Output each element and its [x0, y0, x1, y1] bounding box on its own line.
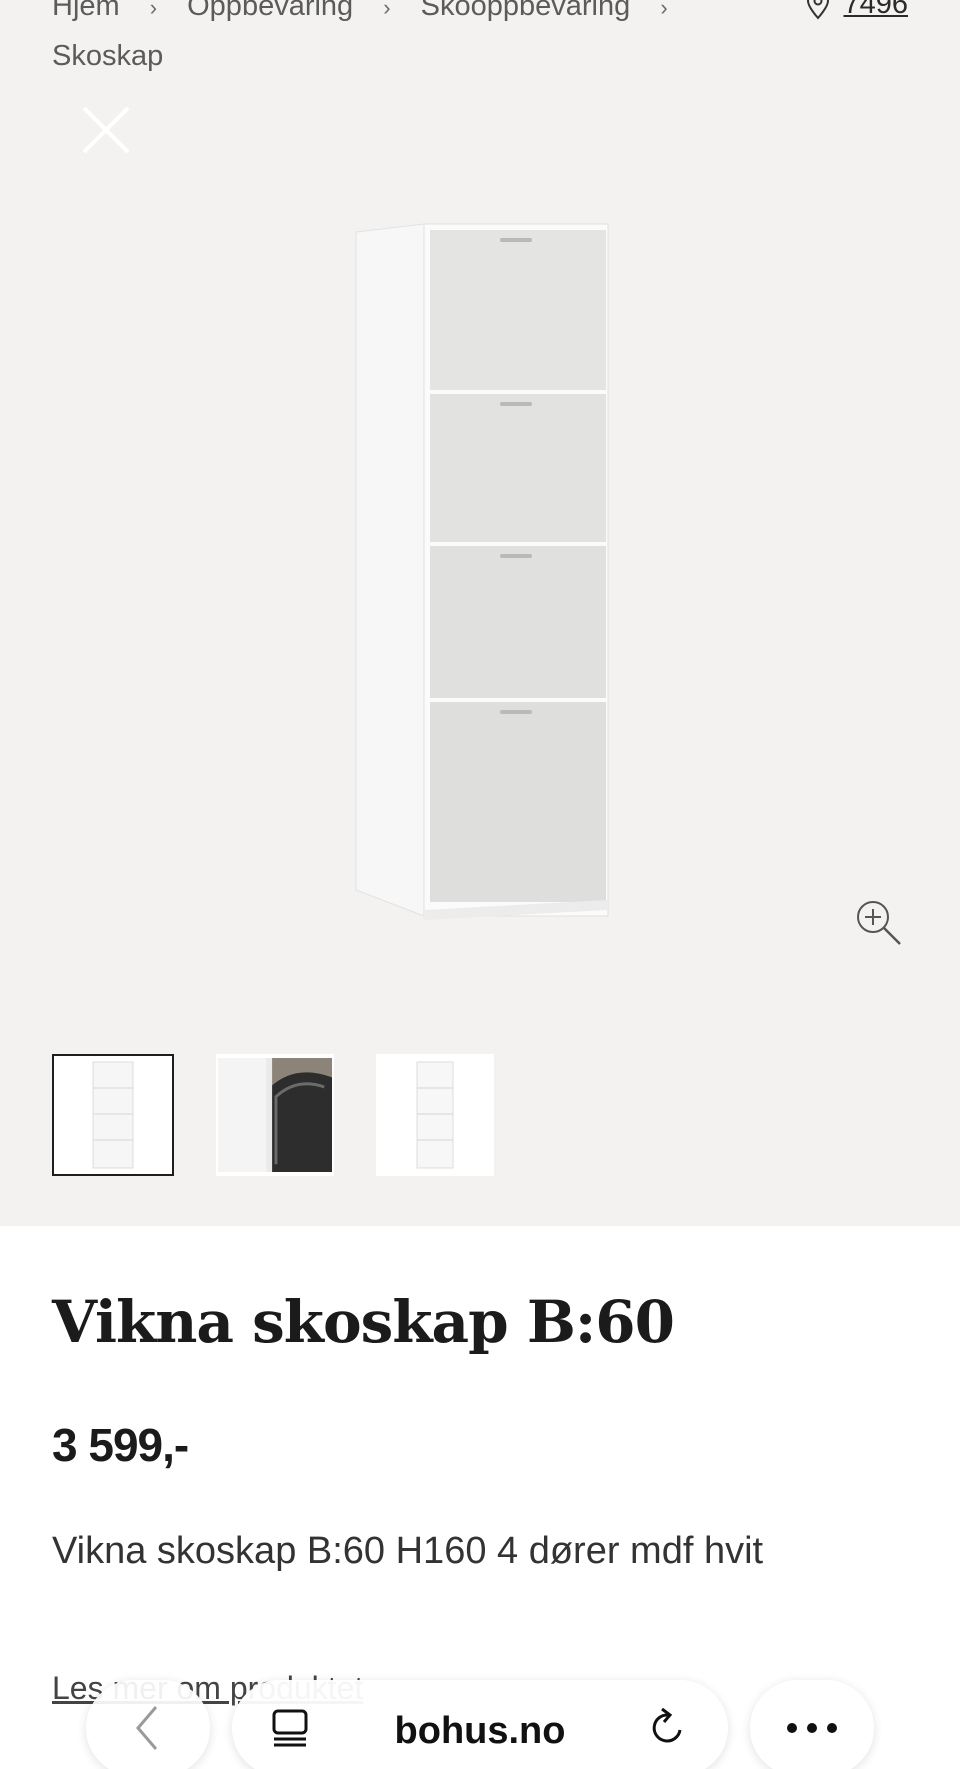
breadcrumb: Hjem › Oppbevaring › Skooppbevaring › Sk… — [52, 0, 912, 72]
location-zip[interactable]: 7496 — [843, 0, 908, 21]
back-button[interactable] — [86, 1680, 210, 1769]
more-button[interactable] — [750, 1680, 874, 1769]
thumbnail-strip — [52, 1054, 494, 1176]
zoom-in-icon — [857, 901, 901, 945]
chevron-right-icon: › — [660, 0, 668, 20]
store-location[interactable]: 7496 — [805, 0, 908, 21]
breadcrumb-home[interactable]: Hjem — [52, 0, 120, 26]
thumbnail-2[interactable] — [216, 1054, 334, 1176]
thumbnail-cabinet-front — [92, 1061, 134, 1169]
chevron-left-icon — [136, 1706, 158, 1750]
breadcrumb-oppbevaring[interactable]: Oppbevaring — [187, 0, 353, 26]
thumbnail-1[interactable] — [52, 1054, 174, 1176]
breadcrumb-skooppbevaring[interactable]: Skooppbevaring — [421, 0, 631, 26]
location-pin-icon — [807, 0, 830, 19]
thumbnail-3[interactable] — [376, 1054, 494, 1176]
product-price: 3 599,- — [52, 1419, 189, 1471]
chevron-right-icon: › — [383, 0, 391, 20]
reload-icon[interactable] — [646, 1706, 690, 1750]
thumbnail-cabinet-straight — [416, 1061, 454, 1169]
product-description: Vikna skoskap B:60 H160 4 dører mdf hvit — [52, 1530, 764, 1572]
browser-toolbar: bohus.no — [0, 1676, 960, 1769]
product-title: Vikna skoskap B:60 — [52, 1288, 675, 1356]
address-bar[interactable]: bohus.no — [232, 1680, 728, 1769]
product-info: Vikna skoskap B:60 3 599,- Vikna skoskap… — [52, 1226, 912, 1573]
more-icon — [787, 1723, 837, 1733]
zoom-button[interactable] — [852, 896, 904, 948]
chevron-right-icon: › — [149, 0, 158, 20]
close-icon — [82, 106, 130, 154]
breadcrumb-current: Skoskap — [52, 40, 164, 72]
thumbnail-detail — [218, 1058, 332, 1172]
product-gallery: Hjem › Oppbevaring › Skooppbevaring › Sk… — [0, 0, 960, 1226]
product-image[interactable] — [340, 220, 630, 920]
close-button[interactable] — [78, 102, 134, 158]
